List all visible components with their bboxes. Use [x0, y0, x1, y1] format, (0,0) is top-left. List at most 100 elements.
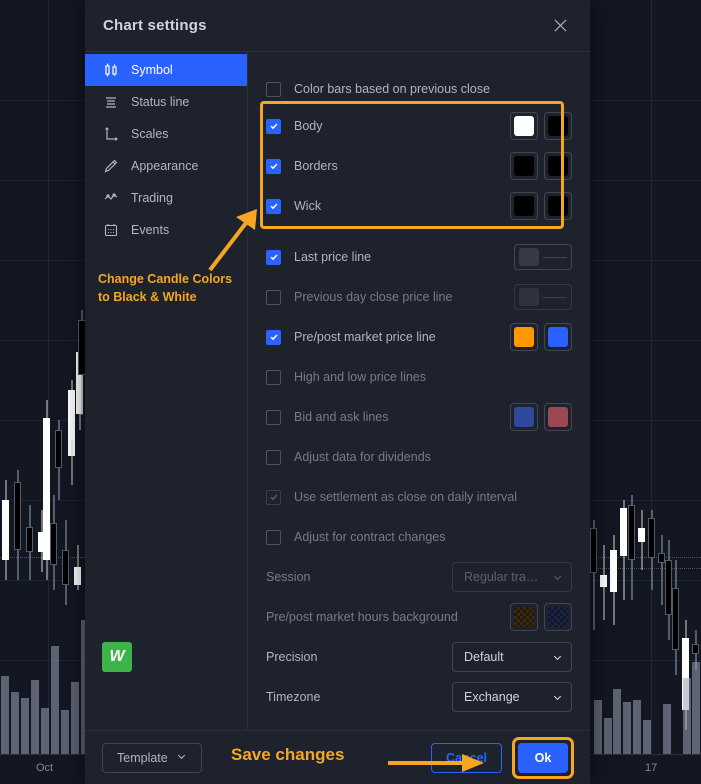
option-label: Borders	[294, 159, 338, 173]
color-swatch-ask[interactable]	[544, 403, 572, 431]
sidebar-item-label: Trading	[131, 191, 173, 205]
volume-bar	[633, 700, 641, 754]
sidebar-item-symbol[interactable]: Symbol	[85, 54, 247, 86]
select-value: Default	[464, 650, 504, 664]
chevron-down-icon	[544, 652, 563, 663]
field-label: Precision	[266, 650, 318, 664]
template-dropdown-button[interactable]: Template	[102, 742, 202, 773]
dialog-footer: Template Save changes Cancel Ok	[85, 730, 590, 784]
candlestick	[610, 535, 617, 625]
candlestick	[672, 560, 679, 675]
volume-bar	[643, 720, 651, 754]
chevron-down-icon	[544, 692, 563, 703]
sidebar-item-label: Events	[131, 223, 170, 237]
candlestick	[600, 545, 607, 620]
chevron-down-icon	[176, 751, 187, 765]
sidebar-item-label: Status line	[131, 95, 190, 109]
field-row-precision: Precision Default	[266, 637, 572, 677]
close-icon[interactable]	[546, 12, 574, 40]
field-label: Session	[266, 570, 311, 584]
candlestick	[14, 470, 21, 580]
candlestick	[665, 540, 672, 640]
color-swatch-prepost-bg-2[interactable]	[544, 603, 572, 631]
checkbox-bid-ask-lines[interactable]	[266, 409, 281, 425]
checkbox-adjust-dividends[interactable]	[266, 449, 281, 465]
checkbox-prev-day-close[interactable]	[266, 289, 281, 305]
volume-bar	[594, 700, 602, 754]
candlestick	[43, 400, 50, 580]
line-style-prev-day-close[interactable]	[514, 284, 572, 310]
sidebar-item-appearance[interactable]: Appearance	[85, 150, 247, 182]
zigzag-icon	[102, 189, 120, 207]
volume-bar	[683, 678, 691, 754]
option-label: Previous day close price line	[294, 290, 453, 304]
option-label: Last price line	[294, 250, 372, 264]
candlestick	[68, 380, 75, 460]
sidebar-item-status-line[interactable]: Status line	[85, 86, 247, 118]
option-label: Pre/post market price line	[294, 330, 436, 344]
checkbox-wick[interactable]	[266, 198, 281, 214]
select-session[interactable]: Regular trading ...	[452, 562, 572, 592]
annotation-arrow-save	[388, 754, 484, 772]
option-row-body: Body	[266, 106, 572, 146]
candlestick	[648, 510, 655, 590]
candlestick	[55, 420, 62, 500]
color-swatch-prepost-bg-1[interactable]	[510, 603, 538, 631]
option-label: Wick	[294, 199, 322, 213]
ok-button[interactable]: Ok	[518, 742, 568, 773]
color-swatch-body-up[interactable]	[510, 112, 538, 140]
checkbox-high-low-lines[interactable]	[266, 369, 281, 385]
checkbox-borders[interactable]	[266, 158, 281, 174]
candlestick	[2, 480, 9, 580]
checkbox-body[interactable]	[266, 118, 281, 134]
candlestick	[628, 495, 635, 600]
sidebar-item-scales[interactable]: Scales	[85, 118, 247, 150]
candlestick	[62, 520, 69, 605]
color-swatch-borders-down[interactable]	[544, 152, 572, 180]
settings-content: Color bars based on previous close Body	[248, 52, 590, 730]
color-swatch-borders-up[interactable]	[510, 152, 538, 180]
option-label: Bid and ask lines	[294, 410, 389, 424]
lines-icon	[102, 93, 120, 111]
color-swatch-wick-up[interactable]	[510, 192, 538, 220]
chart-settings-dialog: Chart settings Symbol Status line Scales…	[85, 0, 590, 784]
checkbox-color-bars[interactable]	[266, 81, 281, 97]
annotation-text-save: Save changes	[231, 745, 345, 764]
volume-bar	[604, 718, 612, 754]
option-label: Body	[294, 119, 323, 133]
settings-sidebar: Symbol Status line Scales Appearance Tra…	[85, 52, 257, 730]
select-timezone[interactable]: Exchange	[452, 682, 572, 712]
brand-logo: W	[102, 642, 132, 672]
option-label: High and low price lines	[294, 370, 427, 384]
logo-text: W	[109, 648, 125, 665]
axes-icon	[102, 125, 120, 143]
checkbox-last-price-line[interactable]	[266, 249, 281, 265]
select-precision[interactable]: Default	[452, 642, 572, 672]
checkbox-prepost-price-line[interactable]	[266, 329, 281, 345]
line-style-last-price[interactable]	[514, 244, 572, 270]
field-row-session: Session Regular trading ...	[266, 557, 572, 597]
option-row-adjust-dividends: Adjust data for dividends	[266, 437, 572, 477]
color-swatch-prepost-1[interactable]	[510, 323, 538, 351]
volume-bar	[31, 680, 39, 754]
option-label: Use settlement as close on daily interva…	[294, 490, 518, 504]
candlestick	[620, 500, 627, 600]
checkbox-use-settlement	[266, 489, 281, 505]
dialog-body: Symbol Status line Scales Appearance Tra…	[85, 52, 590, 730]
select-value: Regular trading ...	[464, 570, 544, 584]
candlestick	[658, 535, 665, 605]
volume-bar	[41, 708, 49, 754]
color-swatch-body-down[interactable]	[544, 112, 572, 140]
annotation-text-candles: Change Candle Colors to Black & White	[98, 272, 233, 304]
color-swatch-bid[interactable]	[510, 403, 538, 431]
option-row-prev-day-close: Previous day close price line	[266, 277, 572, 317]
sidebar-item-label: Scales	[131, 127, 169, 141]
option-row-prepost-price-line: Pre/post market price line	[266, 317, 572, 357]
field-label: Timezone	[266, 690, 321, 704]
color-swatch-wick-down[interactable]	[544, 192, 572, 220]
volume-bar	[21, 698, 29, 754]
color-swatch-prepost-2[interactable]	[544, 323, 572, 351]
highlight-box-ok-button: Ok	[512, 736, 574, 779]
chart-gridline	[48, 0, 49, 754]
checkbox-contract-changes[interactable]	[266, 529, 281, 545]
